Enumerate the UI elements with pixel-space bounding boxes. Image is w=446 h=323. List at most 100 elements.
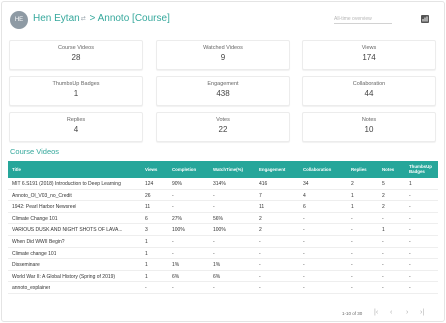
- stat-label: Votes: [216, 117, 230, 123]
- prev-page-button[interactable]: ‹: [390, 309, 392, 317]
- cell-engagement: -: [259, 285, 261, 292]
- cell-title[interactable]: Climate Change 101: [12, 216, 58, 222]
- stat-card-views: Views 174: [302, 40, 436, 70]
- next-page-button[interactable]: ›: [406, 309, 408, 317]
- table-row[interactable]: MIT 6.S191 (2018) Introduction to Deep L…: [8, 178, 438, 190]
- cell-engagement: -: [259, 238, 261, 245]
- cell-completion: 27%: [172, 215, 183, 222]
- cell-replies: -: [351, 227, 353, 234]
- cell-watchtime: -: [213, 204, 215, 211]
- cell-watchtime: -: [213, 192, 215, 199]
- cell-title[interactable]: annoto_explainer: [12, 285, 50, 291]
- cell-title[interactable]: Climate change 101: [12, 251, 56, 257]
- cell-notes: 1: [382, 227, 385, 234]
- cell-title[interactable]: Annoto_Ol_V03_no_Credit: [12, 193, 72, 199]
- cell-replies: 1: [351, 192, 354, 199]
- cell-completion: 6%: [172, 273, 180, 280]
- cell-watchtime: 56%: [213, 215, 224, 222]
- cell-thumbsup: -: [409, 192, 411, 199]
- cell-collaboration: 6: [303, 204, 306, 211]
- cell-title[interactable]: MIT 6.S191 (2018) Introduction to Deep L…: [12, 181, 121, 187]
- column-header-replies[interactable]: Replies: [351, 167, 367, 172]
- cell-engagement: -: [259, 262, 261, 269]
- table-row[interactable]: 1942: Pearl Harbor Newsreel 11 - - 11 6 1 2 -: [8, 201, 438, 213]
- stat-card-votes: Votes 22: [156, 112, 290, 142]
- column-header-notes[interactable]: Notes: [382, 167, 394, 172]
- cell-watchtime: -: [213, 238, 215, 245]
- course-breadcrumb[interactable]: > Annoto [Course]: [90, 13, 170, 24]
- cell-replies: 2: [351, 181, 354, 187]
- stat-value: 22: [218, 125, 228, 134]
- cell-replies: -: [351, 215, 353, 222]
- cell-collaboration: -: [303, 285, 305, 292]
- cell-completion: 1%: [172, 262, 180, 269]
- cell-collaboration: -: [303, 238, 305, 245]
- user-name[interactable]: Hen Eytan: [33, 13, 80, 24]
- table-row[interactable]: When Did WWII Begin? 1 - - - - - - -: [8, 236, 438, 248]
- cell-title[interactable]: 1942: Pearl Harbor Newsreel: [12, 204, 76, 210]
- cell-engagement: -: [259, 273, 261, 280]
- stat-value: 438: [216, 89, 230, 98]
- stat-card-engagement: Engagement 438: [156, 76, 290, 106]
- cell-title[interactable]: World War II: A Global History (Spring o…: [12, 274, 115, 280]
- cell-replies: -: [351, 250, 353, 257]
- cell-engagement: 2: [259, 215, 262, 222]
- table-row[interactable]: VARIOUS DUSK AND NIGHT SHOTS OF LAVA... 3…: [8, 224, 438, 236]
- cell-thumbsup: -: [409, 262, 411, 269]
- cell-thumbsup: 1: [409, 181, 412, 187]
- stat-card-replies: Replies 4: [9, 112, 143, 142]
- column-header-engagement[interactable]: Engagement: [259, 167, 285, 172]
- cell-replies: -: [351, 238, 353, 245]
- cell-notes: -: [382, 273, 384, 280]
- table-row[interactable]: Climate change 101 1 - - - - - - -: [8, 248, 438, 260]
- stat-label: Replies: [66, 117, 86, 123]
- cell-collaboration: 4: [303, 192, 306, 199]
- column-header-views[interactable]: Views: [145, 167, 157, 172]
- column-header-line: Badges: [409, 169, 425, 174]
- stat-label: Watched Videos: [203, 45, 243, 51]
- table-row[interactable]: Disseminare 1 1% 1% - - - - -: [8, 259, 438, 271]
- cell-thumbsup: -: [409, 227, 411, 234]
- first-page-button[interactable]: |‹: [374, 309, 378, 317]
- column-header-watchtime[interactable]: WatchTime(%): [213, 167, 243, 172]
- cell-title[interactable]: When Did WWII Begin?: [12, 239, 65, 245]
- cell-collaboration: -: [303, 262, 305, 269]
- cell-engagement: 416: [259, 181, 268, 187]
- course-videos-table: Title Views Completion WatchTime(%) Enga…: [8, 161, 438, 294]
- cell-notes: -: [382, 238, 384, 245]
- cell-watchtime: 1%: [213, 262, 221, 269]
- cell-watchtime: -: [213, 250, 215, 257]
- cell-title[interactable]: VARIOUS DUSK AND NIGHT SHOTS OF LAVA...: [12, 227, 122, 233]
- table-row[interactable]: Climate Change 101 6 27% 56% 2 - - - -: [8, 213, 438, 225]
- table-row[interactable]: World War II: A Global History (Spring o…: [8, 271, 438, 283]
- column-header-thumbsup-badges[interactable]: ThumbsUp Badges: [409, 164, 432, 174]
- cell-collaboration: -: [303, 215, 305, 222]
- cell-views: 1: [145, 273, 148, 280]
- header: HE Hen Eytan⇄ > Annoto [Course]: [2, 2, 446, 36]
- cell-views: 26: [145, 192, 151, 199]
- column-header-title[interactable]: Title: [12, 167, 21, 172]
- column-header-collaboration[interactable]: Collaboration: [303, 167, 331, 172]
- bar-chart-icon[interactable]: [421, 15, 429, 23]
- table-row[interactable]: annoto_explainer - - - - - - - -: [8, 282, 438, 294]
- cell-collaboration: -: [303, 250, 305, 257]
- stat-label: Collaboration: [352, 81, 386, 87]
- cell-views: 1: [145, 250, 148, 257]
- cell-thumbsup: -: [409, 204, 411, 211]
- last-page-button[interactable]: ›|: [420, 309, 424, 317]
- period-filter-input[interactable]: [334, 14, 392, 24]
- cell-title[interactable]: Disseminare: [12, 262, 40, 268]
- cell-thumbsup: -: [409, 273, 411, 280]
- table-row[interactable]: Annoto_Ol_V03_no_Credit 26 - - 7 4 1 2 -: [8, 190, 438, 202]
- cell-notes: 5: [382, 181, 385, 187]
- stat-card-watched-videos: Watched Videos 9: [156, 40, 290, 70]
- stat-label: Views: [361, 45, 377, 51]
- cell-collaboration: -: [303, 273, 305, 280]
- stat-value: 174: [362, 53, 376, 62]
- section-title: Course Videos: [10, 147, 60, 156]
- column-header-completion[interactable]: Completion: [172, 167, 196, 172]
- cell-collaboration: 34: [303, 181, 309, 187]
- stat-value: 44: [364, 89, 374, 98]
- cell-views: 6: [145, 215, 148, 222]
- avatar[interactable]: HE: [10, 11, 28, 29]
